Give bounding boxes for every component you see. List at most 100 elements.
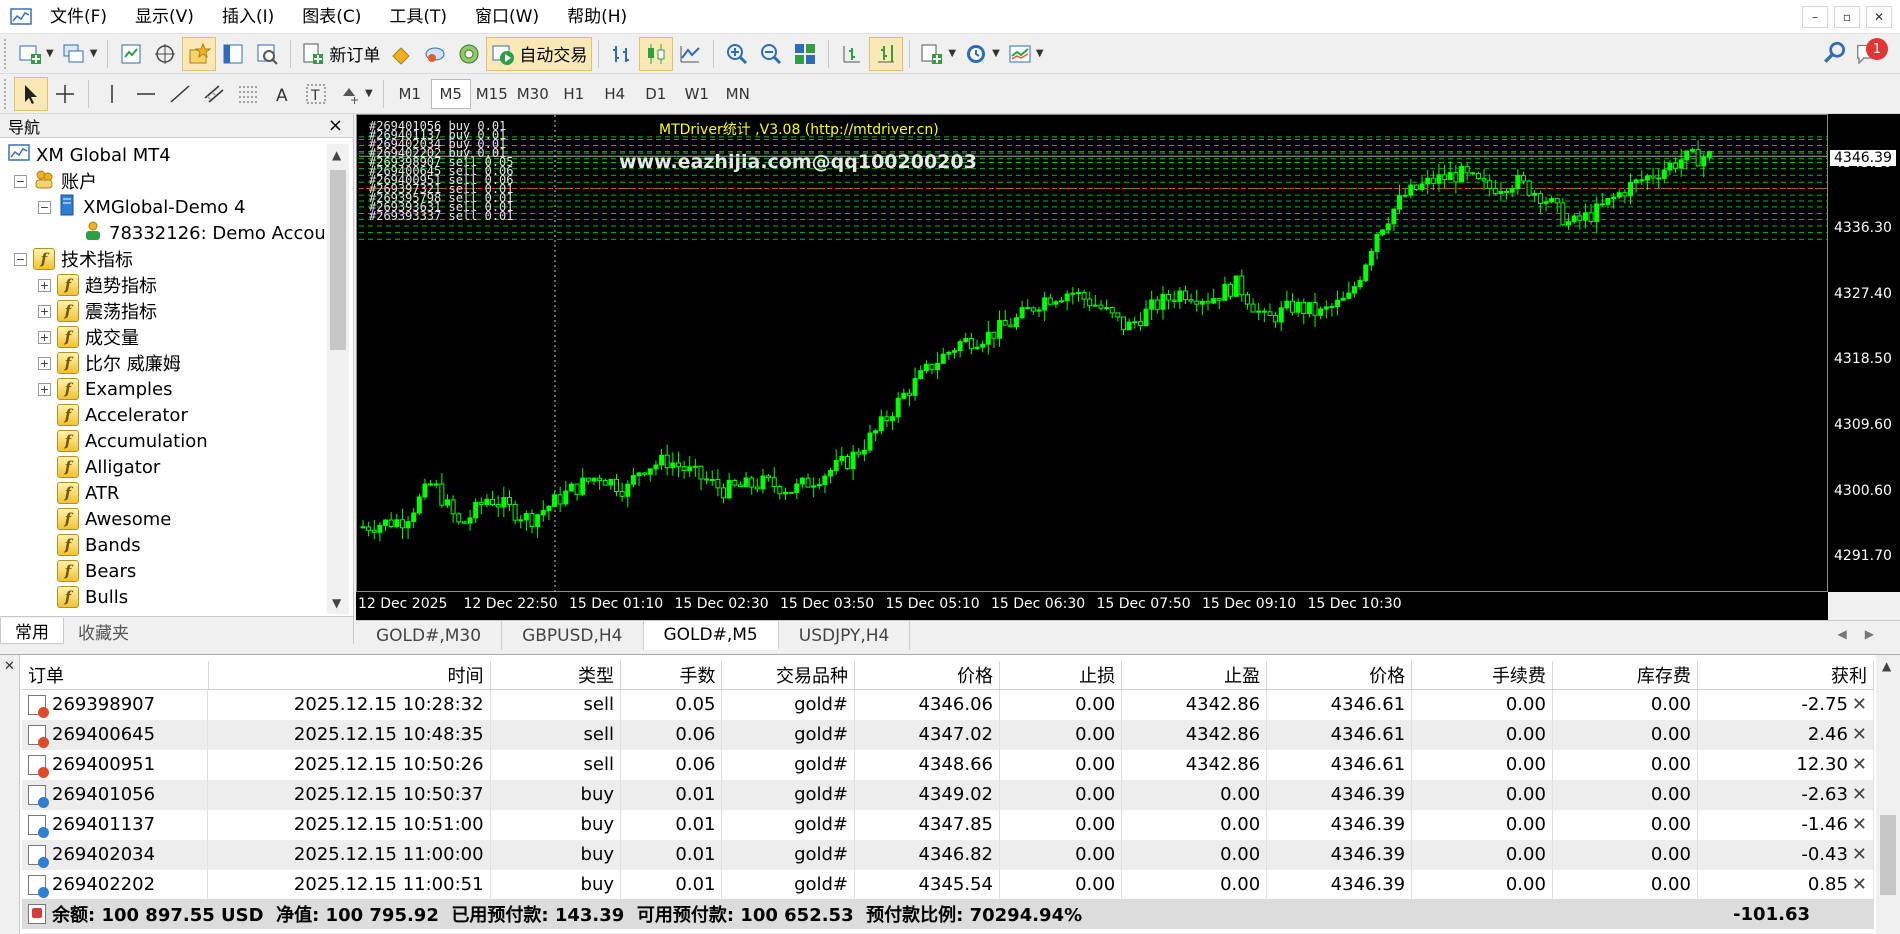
column-header-lots[interactable]: 手数 bbox=[620, 661, 723, 690]
data-window-button[interactable] bbox=[148, 37, 182, 71]
navigator-scrollbar[interactable]: ▲ ▼ bbox=[327, 144, 349, 614]
horizontal-line-button[interactable] bbox=[129, 77, 163, 111]
zoom-in-button[interactable] bbox=[720, 37, 754, 71]
column-header-profit[interactable]: 获利 bbox=[1697, 661, 1875, 690]
menu-item-4[interactable]: 工具(T) bbox=[375, 0, 461, 34]
nav-item-17[interactable]: f Bulls bbox=[38, 584, 128, 610]
timeframe-m1-button[interactable]: M1 bbox=[390, 79, 430, 109]
timeframe-mn-button[interactable]: MN bbox=[718, 79, 758, 109]
arrows-button[interactable]: ▼ bbox=[333, 77, 377, 111]
column-header-sl[interactable]: 止损 bbox=[999, 661, 1123, 690]
toolbar-grip[interactable] bbox=[4, 78, 10, 109]
menu-item-0[interactable]: 文件(F) bbox=[36, 0, 121, 34]
column-header-price[interactable]: 价格 bbox=[854, 661, 1000, 690]
timeframe-h4-button[interactable]: H4 bbox=[595, 79, 635, 109]
zoom-out-button[interactable] bbox=[754, 37, 788, 71]
scroll-up-icon[interactable]: ▲ bbox=[1882, 659, 1891, 673]
nav-item-13[interactable]: f ATR bbox=[38, 480, 119, 506]
nav-item-15[interactable]: f Bands bbox=[38, 532, 141, 558]
cursor-tool-button[interactable] bbox=[14, 76, 48, 111]
text-label-button[interactable]: T bbox=[299, 77, 333, 111]
chart-tab-3[interactable]: USDJPY,H4 bbox=[779, 621, 911, 650]
new-chart-button[interactable]: ▼ bbox=[14, 37, 58, 71]
terminal-close-icon[interactable]: ✕ bbox=[4, 659, 15, 674]
metaeditor-button[interactable] bbox=[384, 37, 418, 71]
crosshair-tool-button[interactable] bbox=[48, 77, 82, 111]
nav-item-9[interactable]: + f Examples bbox=[38, 376, 172, 402]
menu-item-1[interactable]: 显示(V) bbox=[121, 0, 208, 34]
column-header-cur[interactable]: 价格 bbox=[1266, 661, 1413, 690]
new-order-button[interactable]: 新订单 bbox=[297, 37, 384, 71]
nav-item-3[interactable]: 78332126: Demo Account bbox=[64, 220, 324, 246]
tab-scroll-arrows-icon[interactable]: ◀▶ bbox=[1838, 627, 1892, 641]
terminal-scrollbar[interactable]: ▲ bbox=[1876, 655, 1900, 934]
scroll-up-icon[interactable]: ▲ bbox=[332, 148, 341, 162]
close-order-icon[interactable]: ✕ bbox=[1848, 754, 1867, 775]
nav-item-1[interactable]: − 账户 bbox=[14, 168, 97, 194]
column-header-symbol[interactable]: 交易品种 bbox=[721, 661, 856, 690]
tree-expander-icon[interactable]: − bbox=[38, 200, 51, 214]
trendline-button[interactable] bbox=[163, 77, 197, 111]
timeframe-m5-button[interactable]: M5 bbox=[430, 78, 471, 109]
tree-expander-icon[interactable]: + bbox=[38, 304, 51, 318]
timeframe-m30-button[interactable]: M30 bbox=[513, 79, 553, 109]
nav-item-2[interactable]: − XMGlobal-Demo 4 bbox=[38, 194, 245, 220]
line-chart-button[interactable] bbox=[673, 37, 707, 71]
chart-tab-1[interactable]: GBPUSD,H4 bbox=[502, 621, 644, 650]
table-row[interactable]: 269398907 2025.12.15 10:28:32 sell 0.05 gold… bbox=[22, 689, 1875, 720]
terminal-button[interactable] bbox=[216, 37, 250, 71]
auto-scroll-button[interactable] bbox=[869, 36, 904, 71]
chart-tab-0[interactable]: GOLD#,M30 bbox=[356, 621, 503, 650]
nav-tab-common[interactable]: 常用 bbox=[0, 618, 64, 644]
fibonacci-button[interactable] bbox=[231, 77, 265, 111]
tree-expander-icon[interactable]: + bbox=[38, 330, 51, 344]
nav-item-6[interactable]: + f 震荡指标 bbox=[38, 298, 157, 324]
restore-button[interactable]: ▫ bbox=[1834, 6, 1860, 28]
notifications-button[interactable]: 1 bbox=[1854, 38, 1888, 70]
periods-button[interactable]: ▼ bbox=[960, 37, 1004, 71]
menu-item-2[interactable]: 插入(I) bbox=[208, 0, 288, 34]
column-header-tp[interactable]: 止盈 bbox=[1121, 661, 1268, 690]
table-row[interactable]: 269402034 2025.12.15 11:00:00 buy 0.01 gold#… bbox=[22, 839, 1875, 870]
tree-expander-icon[interactable]: + bbox=[38, 356, 51, 370]
nav-item-14[interactable]: f Awesome bbox=[38, 506, 171, 532]
column-header-type[interactable]: 类型 bbox=[490, 661, 622, 690]
close-order-icon[interactable]: ✕ bbox=[1848, 694, 1867, 715]
nav-item-8[interactable]: + f 比尔 威廉姆 bbox=[38, 350, 181, 376]
chart-shift-button[interactable] bbox=[835, 37, 869, 71]
close-order-icon[interactable]: ✕ bbox=[1848, 724, 1867, 745]
tile-windows-button[interactable] bbox=[788, 37, 822, 71]
nav-item-7[interactable]: + f 成交量 bbox=[38, 324, 139, 350]
column-header-time[interactable]: 时间 bbox=[208, 661, 491, 690]
help-search-button[interactable] bbox=[1822, 40, 1848, 70]
nav-item-16[interactable]: f Bears bbox=[38, 558, 136, 584]
column-header-swap[interactable]: 库存费 bbox=[1552, 661, 1698, 690]
templates-button[interactable]: ▼ bbox=[1004, 37, 1048, 71]
chart-tab-2[interactable]: GOLD#,M5 bbox=[643, 621, 779, 650]
terminal-grip[interactable]: ✕ bbox=[0, 655, 20, 934]
table-row[interactable]: 269401056 2025.12.15 10:50:37 buy 0.01 gold#… bbox=[22, 779, 1875, 810]
close-order-icon[interactable]: ✕ bbox=[1848, 814, 1867, 835]
market-watch-button[interactable] bbox=[114, 37, 148, 71]
timeframe-h1-button[interactable]: H1 bbox=[554, 79, 594, 109]
navigator-scroll-thumb[interactable] bbox=[330, 170, 346, 350]
navigator-close-button[interactable]: × bbox=[328, 115, 343, 136]
signals-button[interactable] bbox=[418, 37, 452, 71]
market-button[interactable] bbox=[452, 37, 486, 71]
tree-expander-icon[interactable]: + bbox=[38, 382, 51, 396]
toolbar-grip[interactable] bbox=[4, 38, 10, 69]
minimize-button[interactable]: – bbox=[1802, 6, 1828, 28]
bar-chart-button[interactable] bbox=[605, 37, 639, 71]
tree-expander-icon[interactable]: − bbox=[14, 174, 27, 188]
strategy-tester-button[interactable] bbox=[250, 37, 284, 71]
scroll-down-icon[interactable]: ▼ bbox=[332, 596, 341, 610]
nav-item-5[interactable]: + f 趋势指标 bbox=[38, 272, 157, 298]
table-row[interactable]: 269401137 2025.12.15 10:51:00 buy 0.01 gold#… bbox=[22, 809, 1875, 840]
table-row[interactable]: 269400951 2025.12.15 10:50:26 sell 0.06 gold… bbox=[22, 749, 1875, 780]
text-tool-button[interactable]: A bbox=[265, 77, 299, 111]
timeframe-d1-button[interactable]: D1 bbox=[636, 79, 676, 109]
close-order-icon[interactable]: ✕ bbox=[1848, 784, 1867, 805]
table-row[interactable]: 269402202 2025.12.15 11:00:51 buy 0.01 gold#… bbox=[22, 869, 1875, 900]
tree-expander-icon[interactable]: + bbox=[38, 278, 51, 292]
nav-item-10[interactable]: f Accelerator bbox=[38, 402, 188, 428]
